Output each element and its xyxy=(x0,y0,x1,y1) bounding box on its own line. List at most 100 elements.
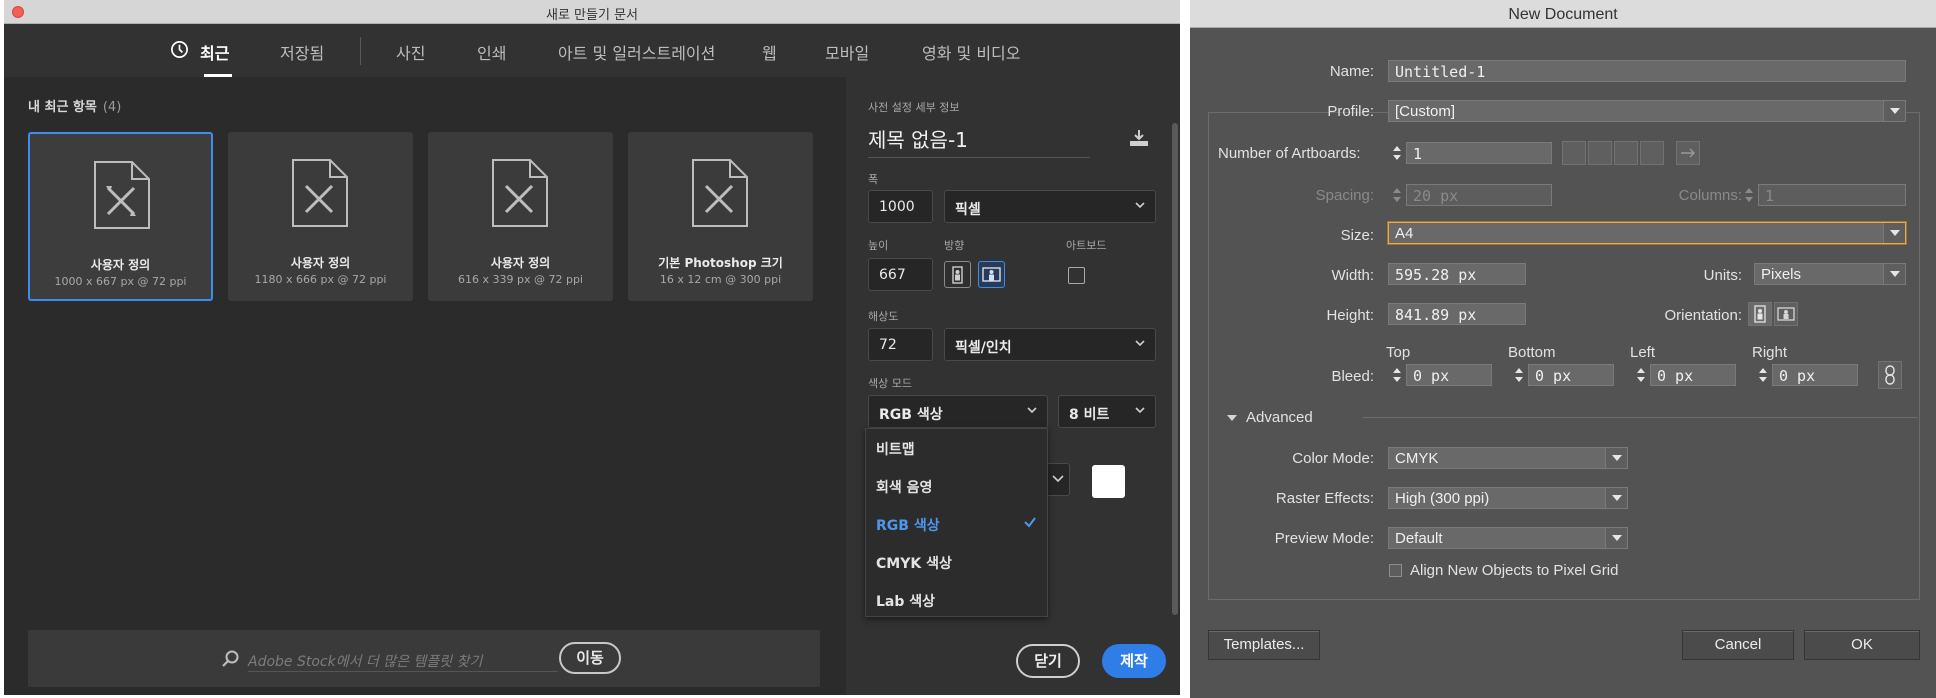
close-button[interactable]: 닫기 xyxy=(1016,644,1080,678)
width-unit-select[interactable]: 픽셀 xyxy=(944,190,1156,223)
resolution-input[interactable]: 72 xyxy=(868,328,933,361)
recent-card[interactable]: 사용자 정의 1000 x 667 px @ 72 ppi xyxy=(28,132,213,301)
tab-saved[interactable]: 저장됨 xyxy=(280,40,324,64)
bit-depth-select[interactable]: 8 비트 xyxy=(1058,395,1156,428)
recent-items-heading: 내 최근 항목 (4) xyxy=(28,96,121,115)
units-label: Units: xyxy=(1703,267,1742,284)
preview-mode-label: Preview Mode: xyxy=(1274,530,1374,547)
portrait-orientation-button[interactable] xyxy=(1748,302,1772,326)
color-mode-value: RGB 색상 xyxy=(879,407,943,423)
advanced-divider xyxy=(1362,417,1918,418)
columns-label: Columns: xyxy=(1678,187,1742,204)
create-button[interactable]: 제작 xyxy=(1102,644,1166,678)
profile-label: Profile: xyxy=(1327,103,1374,120)
color-mode-option-lab[interactable]: Lab 색상 xyxy=(876,591,935,611)
bit-depth-value: 8 비트 xyxy=(1069,407,1110,423)
dropdown-arrow-icon xyxy=(1605,488,1627,508)
tab-photo[interactable]: 사진 xyxy=(396,40,425,64)
bleed-right-input[interactable]: 0 px xyxy=(1772,364,1858,386)
units-select[interactable]: Pixels xyxy=(1754,263,1906,285)
size-select[interactable]: A4 xyxy=(1388,222,1906,244)
artboard-checkbox[interactable] xyxy=(1068,267,1085,284)
save-preset-icon[interactable] xyxy=(1128,127,1150,149)
preview-mode-select[interactable]: Default xyxy=(1388,527,1628,549)
tab-separator xyxy=(360,37,361,65)
recent-count: (4) xyxy=(102,100,122,115)
stock-search-input[interactable]: Adobe Stock에서 더 많은 템플릿 찾기 xyxy=(248,648,558,672)
name-input[interactable]: Untitled-1 xyxy=(1388,60,1906,82)
landscape-icon xyxy=(1777,307,1795,321)
width-input[interactable]: 595.28 px xyxy=(1388,263,1526,285)
bleed-right-stepper-icon[interactable] xyxy=(1756,364,1770,386)
chevron-down-icon xyxy=(1052,475,1064,483)
size-value: A4 xyxy=(1395,225,1414,242)
go-button[interactable]: 이동 xyxy=(559,642,621,674)
cancel-button[interactable]: Cancel xyxy=(1682,630,1794,660)
color-mode-option-rgb[interactable]: RGB 색상 xyxy=(876,515,940,535)
grid-by-row-icon[interactable] xyxy=(1562,141,1586,165)
color-mode-label: 색상 모드 xyxy=(868,377,912,390)
stock-search-bar: Adobe Stock에서 더 많은 템플릿 찾기 이동 xyxy=(28,630,820,687)
clock-icon xyxy=(171,41,188,58)
recent-card[interactable]: 기본 Photoshop 크기 16 x 12 cm @ 300 ppi xyxy=(628,132,813,301)
bleed-left-stepper-icon[interactable] xyxy=(1634,364,1648,386)
bleed-top-input[interactable]: 0 px xyxy=(1406,364,1492,386)
link-bleed-button[interactable] xyxy=(1878,361,1902,389)
tab-film-video[interactable]: 영화 및 비디오 xyxy=(922,40,1021,64)
background-contents-select[interactable] xyxy=(1048,463,1070,496)
color-mode-select[interactable]: CMYK xyxy=(1388,447,1628,469)
spacing-label: Spacing: xyxy=(1315,187,1374,204)
height-input[interactable]: 841.89 px xyxy=(1388,303,1526,325)
color-mode-select[interactable]: RGB 색상 xyxy=(868,395,1048,428)
height-input[interactable]: 667 xyxy=(868,258,933,291)
grid-by-column-icon[interactable] xyxy=(1588,141,1612,165)
bleed-top-stepper-icon[interactable] xyxy=(1390,364,1404,386)
color-mode-option-cmyk[interactable]: CMYK 색상 xyxy=(876,553,952,573)
ps-titlebar: 새로 만들기 문서 xyxy=(4,0,1180,24)
ok-button[interactable]: OK xyxy=(1804,630,1920,660)
artboards-stepper-icon[interactable] xyxy=(1390,142,1404,164)
background-color-swatch[interactable] xyxy=(1092,465,1125,498)
tab-mobile[interactable]: 모바일 xyxy=(825,40,869,64)
tab-art-illustration[interactable]: 아트 및 일러스트레이션 xyxy=(558,40,715,64)
card-title: 사용자 정의 xyxy=(490,256,551,270)
preset-details-label: 사전 설정 세부 정보 xyxy=(868,101,960,114)
landscape-orientation-button[interactable] xyxy=(1774,302,1798,326)
tab-print[interactable]: 인쇄 xyxy=(477,40,506,64)
chevron-down-icon xyxy=(1135,407,1145,414)
chevron-down-icon xyxy=(1027,407,1037,414)
bleed-bottom-stepper-icon[interactable] xyxy=(1512,364,1526,386)
bleed-left-input[interactable]: 0 px xyxy=(1650,364,1736,386)
spacing-stepper-icon xyxy=(1393,188,1401,202)
panel-scrollbar[interactable] xyxy=(1172,123,1178,615)
color-mode-option-grayscale[interactable]: 회색 음영 xyxy=(876,477,932,497)
advanced-toggle[interactable]: Advanced xyxy=(1246,409,1313,426)
portrait-icon xyxy=(952,266,963,284)
arrange-by-row-icon[interactable] xyxy=(1614,141,1638,165)
portrait-icon xyxy=(1754,305,1766,323)
portrait-orientation-button[interactable] xyxy=(944,261,971,288)
recent-card[interactable]: 사용자 정의 616 x 339 px @ 72 ppi xyxy=(428,132,613,301)
landscape-orientation-button[interactable] xyxy=(978,261,1005,288)
card-title: 사용자 정의 xyxy=(290,256,351,270)
triangle-down-icon[interactable] xyxy=(1226,412,1238,424)
bleed-bottom-input[interactable]: 0 px xyxy=(1528,364,1614,386)
templates-button[interactable]: Templates... xyxy=(1208,630,1320,660)
profile-select[interactable]: [Custom] xyxy=(1388,100,1906,122)
arrange-by-column-icon[interactable] xyxy=(1640,141,1664,165)
color-mode-label: Color Mode: xyxy=(1292,450,1374,467)
color-mode-option-bitmap[interactable]: 비트맵 xyxy=(876,439,915,459)
tab-web[interactable]: 웹 xyxy=(762,40,777,64)
document-name-field[interactable]: 제목 없음-1 xyxy=(868,124,968,153)
recent-card[interactable]: 사용자 정의 1180 x 666 px @ 72 ppi xyxy=(228,132,413,301)
right-to-left-icon[interactable] xyxy=(1676,141,1700,165)
size-label: Size: xyxy=(1340,227,1374,244)
artboards-input[interactable]: 1 xyxy=(1406,142,1552,164)
resolution-unit-select[interactable]: 픽셀/인치 xyxy=(944,328,1156,361)
raster-effects-select[interactable]: High (300 ppi) xyxy=(1388,487,1628,509)
align-pixel-grid-checkbox[interactable] xyxy=(1389,564,1402,577)
bleed-top-label: Top xyxy=(1386,344,1411,361)
chevron-down-icon xyxy=(1135,340,1145,347)
tab-recent[interactable]: 최근 xyxy=(200,40,229,64)
width-input[interactable]: 1000 xyxy=(868,190,933,223)
